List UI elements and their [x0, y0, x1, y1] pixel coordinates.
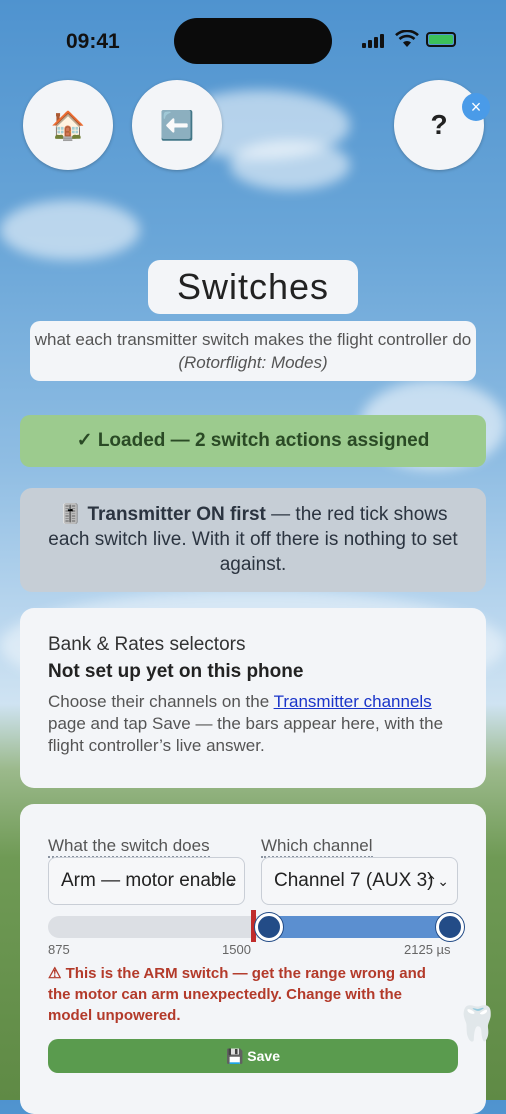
save-button[interactable]: 💾 Save [48, 1039, 458, 1073]
cloud-decoration [230, 140, 350, 190]
arm-warning: ⚠ This is the ARM switch — get the range… [48, 965, 426, 1024]
bank-rates-text-after: page and tap Save — the bars appear here… [48, 714, 444, 755]
tooth-icon[interactable]: 🦷 [456, 1004, 498, 1044]
home-button[interactable]: 🏠 [23, 80, 113, 170]
battery-icon [426, 32, 456, 47]
subtitle-text: what each transmitter switch makes the f… [34, 330, 472, 349]
bank-rates-status: Not set up yet on this phone [48, 661, 304, 682]
bank-rates-body: Choose their channels on the Transmitter… [48, 691, 458, 757]
help-icon: ? [430, 109, 448, 140]
bank-rates-text-before: Choose their channels on the [48, 692, 274, 711]
transmitter-notice-bold: Transmitter ON first [87, 504, 266, 525]
scale-min-label: 875 [48, 942, 70, 957]
page-title: Switches [148, 260, 358, 314]
close-icon[interactable]: × [462, 93, 490, 121]
chevron-updown-icon: ⌃⌄ [425, 873, 449, 889]
channel-select-value: Channel 7 (AUX 3) [274, 870, 434, 891]
channel-select[interactable]: Channel 7 (AUX 3) ⌃⌄ [261, 857, 458, 905]
page-subtitle: what each transmitter switch makes the f… [30, 321, 476, 381]
status-time: 09:41 [66, 30, 120, 53]
action-select[interactable]: Arm — motor enable ⌃⌄ [48, 857, 245, 905]
home-icon: 🏠 [50, 109, 86, 141]
loaded-status-banner: ✓ Loaded — 2 switch actions assigned [20, 415, 486, 467]
bank-rates-heading: Bank & Rates selectors [48, 634, 246, 655]
scale-max-label: 2125 µs [404, 942, 451, 957]
action-label: What the switch does [48, 836, 210, 858]
slider-icon: 🎚️ [58, 504, 83, 525]
dynamic-island [174, 18, 332, 64]
scale-mid-label: 1500 [222, 942, 251, 957]
back-button[interactable]: ⬅️ [132, 80, 222, 170]
range-slider-fill [269, 916, 450, 938]
back-arrow-icon: ⬅️ [159, 109, 195, 141]
range-end-handle[interactable] [435, 913, 464, 941]
wifi-icon [395, 30, 419, 47]
channel-label: Which channel [261, 836, 373, 858]
status-bar: 09:41 [0, 0, 506, 80]
transmitter-notice: 🎚️ Transmitter ON first — the red tick s… [20, 488, 486, 592]
action-select-value: Arm — motor enable [61, 870, 237, 891]
signal-icon [362, 34, 384, 48]
cloud-decoration [0, 200, 140, 260]
transmitter-channels-link[interactable]: Transmitter channels [274, 692, 432, 711]
chevron-updown-icon: ⌃⌄ [212, 873, 236, 889]
subtitle-note: (Rotorflight: Modes) [178, 353, 328, 372]
bank-rates-card: Bank & Rates selectors Not set up yet on… [20, 608, 486, 788]
